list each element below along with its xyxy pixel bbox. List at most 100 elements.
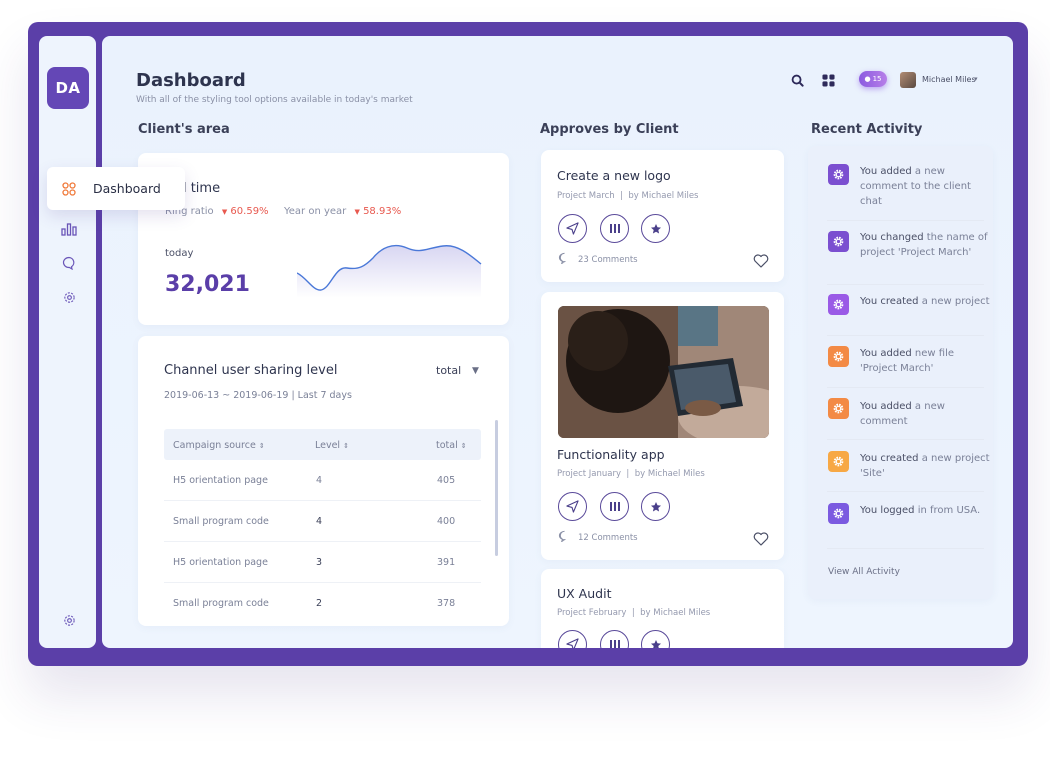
meta-separator: |	[626, 469, 630, 479]
user-name[interactable]: Michael Miles	[922, 75, 976, 84]
search-icon[interactable]	[790, 73, 804, 87]
comment-count[interactable]: 23 Comments	[578, 255, 638, 265]
column-label: Campaign source	[173, 440, 256, 451]
main-panel: Dashboard With all of the styling tool o…	[102, 36, 1013, 648]
channel-select[interactable]: total	[436, 364, 461, 377]
avatar[interactable]	[900, 72, 916, 88]
project-name: Project March	[557, 191, 615, 201]
send-icon	[566, 500, 579, 513]
cell-source: Small program code	[173, 598, 269, 609]
yoy-value: 58.93%	[363, 206, 402, 217]
gear-icon	[828, 451, 849, 472]
project-name: Project February	[557, 608, 627, 618]
activity-rest: in from USA.	[914, 505, 981, 516]
approve-meta: Project March | by Michael Miles	[557, 191, 699, 201]
cell-level: 4	[316, 516, 323, 527]
activity-lead: You added	[860, 401, 912, 412]
notification-badge[interactable]: ● 15	[859, 71, 887, 87]
project-photo	[558, 306, 769, 438]
board-button[interactable]	[600, 492, 629, 521]
activity-text: You changed the name of project 'Project…	[860, 230, 990, 260]
heart-icon[interactable]	[753, 532, 769, 546]
author-name: by Michael Miles	[628, 191, 699, 201]
chart-icon[interactable]	[61, 221, 77, 237]
send-button[interactable]	[558, 492, 587, 521]
approve-title: Create a new logo	[557, 168, 671, 183]
table-scrollbar[interactable]	[495, 420, 498, 556]
columns-icon	[609, 502, 620, 511]
activity-text: You created a new project 'Site'	[860, 451, 990, 481]
send-icon	[566, 222, 579, 235]
sidebar-item-dashboard[interactable]: Dashboard	[47, 167, 185, 210]
sort-icon: ⇕	[460, 442, 467, 450]
approve-meta: Project February | by Michael Miles	[557, 608, 710, 618]
star-icon	[650, 223, 661, 233]
comment-count[interactable]: 12 Comments	[578, 533, 638, 543]
comment-icon	[558, 530, 567, 542]
column-label: total	[436, 440, 458, 451]
cell-level: 3	[316, 557, 323, 568]
yoy-label: Year on year	[284, 206, 347, 217]
chevron-down-icon[interactable]: ▾	[974, 75, 978, 83]
ring-ratio-value: 60.59%	[230, 206, 269, 217]
activity-text: You added a new comment	[860, 399, 990, 429]
approve-meta: Project January | by Michael Miles	[557, 469, 705, 479]
recent-activity-title: Recent Activity	[811, 122, 923, 137]
cell-level: 4	[316, 475, 323, 486]
star-button[interactable]	[641, 214, 670, 243]
activity-text: You created a new project	[860, 294, 990, 309]
apps-grid-icon[interactable]	[821, 73, 835, 87]
cell-source: H5 orientation page	[173, 557, 268, 568]
activity-text: You added new file 'Project March'	[860, 346, 990, 376]
activity-item[interactable]	[827, 492, 984, 549]
activity-lead: You added	[860, 348, 912, 359]
sidebar	[39, 36, 96, 648]
author-name: by Michael Miles	[640, 608, 711, 618]
sidebar-item-label: Dashboard	[93, 181, 161, 196]
comment-icon	[558, 252, 567, 264]
star-icon	[650, 501, 661, 511]
activity-lead: You created	[860, 453, 919, 464]
send-button[interactable]	[558, 214, 587, 243]
cell-level: 2	[316, 598, 323, 609]
notification-count: 15	[872, 75, 882, 83]
activity-lead: You created	[860, 296, 919, 307]
activity-lead: You logged	[860, 505, 915, 516]
caret-down-icon[interactable]: ▼	[472, 366, 479, 376]
star-button[interactable]	[641, 492, 670, 521]
activity-item[interactable]	[827, 285, 984, 336]
page-subtitle: With all of the styling tool options ava…	[136, 95, 413, 105]
cell-total: 378	[437, 598, 456, 609]
bell-icon: ●	[864, 75, 871, 83]
today-value: 32,021	[165, 272, 250, 297]
sort-icon: ⇕	[258, 442, 265, 450]
approves-title: Approves by Client	[540, 122, 679, 137]
cell-total: 405	[437, 475, 456, 486]
gear-icon	[828, 231, 849, 252]
approve-title: UX Audit	[557, 586, 612, 601]
gear-icon	[828, 503, 849, 524]
column-level[interactable]: Level ⇕	[315, 440, 349, 451]
cell-source: H5 orientation page	[173, 475, 268, 486]
gear-icon	[828, 398, 849, 419]
page-title: Dashboard	[136, 70, 246, 91]
column-total[interactable]: total ⇕	[436, 440, 467, 451]
gear-icon	[828, 164, 849, 185]
meta-separator: |	[620, 191, 623, 201]
settings-bottom-icon[interactable]	[61, 612, 77, 628]
gear-icon	[828, 294, 849, 315]
brand-logo[interactable]: DA	[47, 67, 89, 109]
approve-title: Functionality app	[557, 447, 665, 462]
chat-icon[interactable]	[61, 255, 77, 271]
board-button[interactable]	[600, 214, 629, 243]
heart-icon[interactable]	[753, 254, 769, 268]
meta-separator: |	[631, 608, 635, 618]
settings-icon[interactable]	[61, 289, 77, 305]
cell-total: 400	[437, 516, 456, 527]
view-all-activity-link[interactable]: View All Activity	[828, 567, 900, 577]
dashboard-grid-icon	[62, 181, 76, 196]
sort-icon: ⇕	[343, 442, 349, 450]
column-campaign-source[interactable]: Campaign source ⇕	[173, 440, 265, 451]
sparkline-chart	[297, 244, 482, 298]
author-name: by Michael Miles	[634, 469, 705, 479]
